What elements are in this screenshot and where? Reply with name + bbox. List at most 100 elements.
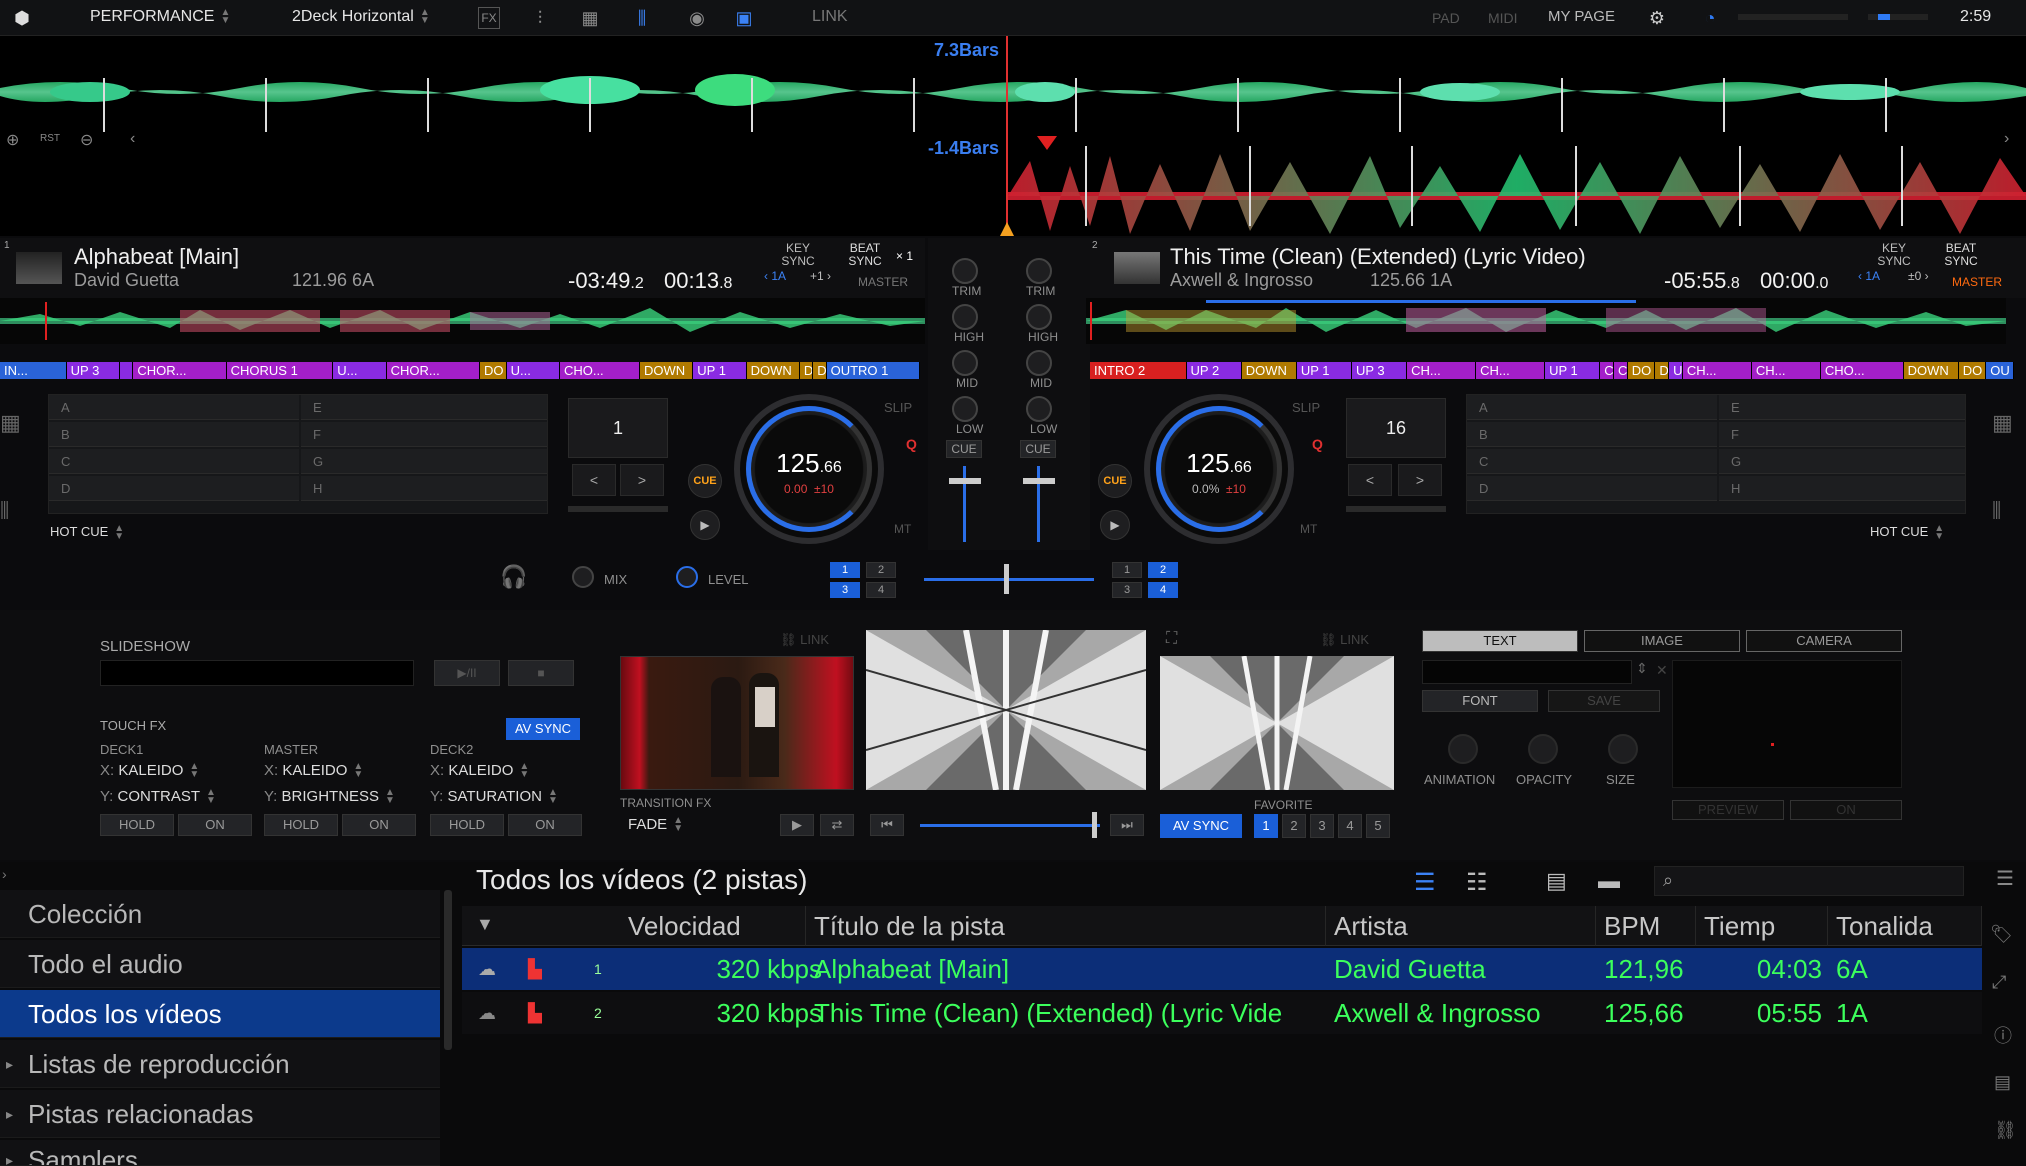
my-page-button[interactable]: MY PAGE [1548, 8, 1615, 25]
cue-segment[interactable] [119, 362, 134, 379]
zoom-out-icon[interactable]: ⊖ [80, 130, 93, 150]
channel1-cue-button[interactable]: CUE [946, 440, 982, 458]
hot-cue-pad[interactable]: C [1467, 449, 1717, 474]
skip-forward-icon[interactable]: ⏭ [1110, 814, 1144, 836]
sidebar-item-listas[interactable]: ▸ Listas de reproducción [0, 1040, 440, 1088]
deck2-play-button[interactable]: ▶ [1100, 510, 1130, 540]
reset-zoom-button[interactable]: RST [40, 133, 60, 144]
fx-assign-left-1[interactable]: 1 [830, 562, 860, 578]
col-bpm[interactable]: BPM [1596, 906, 1696, 946]
cue-segment[interactable]: CH... [1682, 362, 1752, 379]
text-stepper-icon[interactable]: ⇕ [1636, 660, 1648, 677]
info-icon[interactable]: ⓘ [1994, 1022, 2012, 1048]
cue-segment[interactable]: D [1655, 362, 1670, 379]
record-icon[interactable]: ◉ [685, 6, 709, 30]
deck1-overview-waveform[interactable] [0, 298, 925, 344]
deck1-play-button[interactable]: ▶ [690, 510, 720, 540]
cue-segment[interactable]: CH... [1751, 362, 1821, 379]
preview-button[interactable]: PREVIEW [1672, 800, 1784, 820]
slideshow-field[interactable] [100, 660, 414, 686]
sampler-icon[interactable]: ⫶ [528, 6, 552, 30]
col-tonalidad[interactable]: Tonalida [1828, 906, 1982, 946]
chevron-left-icon[interactable]: ‹ [130, 130, 135, 148]
deck2-loop-prev-button[interactable]: < [1348, 464, 1392, 496]
channel2-cue-button[interactable]: CUE [1020, 440, 1056, 458]
low-knob-1[interactable] [952, 396, 978, 422]
sidebar-item-todo-el-audio[interactable]: Todo el audio [0, 940, 440, 988]
deck1-beat-sync-button[interactable]: BEAT SYNC [846, 242, 884, 268]
deck1-master-tempo-button[interactable]: MT [894, 522, 911, 536]
deck1-pad-grid-icon[interactable]: ▦ [0, 410, 21, 436]
logo-icon[interactable]: ⬢ [10, 6, 34, 30]
deck2-master-button[interactable]: MASTER [1952, 276, 2002, 289]
col-artista[interactable]: Artista [1326, 906, 1596, 946]
zoomed-waveform-area[interactable]: 7.3Bars -1.4Bars ⊕ RST ⊖ ‹ › [0, 36, 2026, 236]
detail-view-icon[interactable]: ☷ [1466, 868, 1488, 897]
hot-cue-pad[interactable]: H [1719, 476, 1965, 501]
deck1-y-fx-select[interactable]: Y: CONTRAST ▲ ▼ [100, 788, 216, 806]
shuffle-icon[interactable]: ⇄ [820, 814, 854, 836]
browser-side-menu-icon[interactable]: ☰ [1996, 866, 2014, 891]
deck1-cue-button[interactable]: CUE [688, 464, 722, 498]
split-view-icon[interactable]: ▤ [1546, 868, 1567, 894]
cue-segment[interactable]: UP 1 [1545, 362, 1601, 379]
video-av-sync-button[interactable]: AV SYNC [1160, 814, 1242, 838]
deck2-cue-bar[interactable]: INTRO 2 UP 2 DOWN UP 1 UP 3 CH... CH... UP 1CCD… [1090, 362, 2014, 379]
mode-select[interactable]: PERFORMANCE ▲ ▼ [90, 7, 230, 26]
deck2-video-link[interactable]: ⛓ LINK [1320, 632, 1369, 648]
deck2-quantize-button[interactable]: Q [1312, 436, 1323, 452]
hot-cue-pad[interactable]: A [1467, 395, 1717, 420]
cue-segment[interactable]: C [1600, 362, 1614, 379]
opacity-knob[interactable] [1528, 734, 1558, 764]
high-knob-2[interactable] [1026, 304, 1052, 330]
col-tiempo[interactable]: Tiemp [1696, 906, 1828, 946]
deck1-on-button[interactable]: ON [178, 814, 252, 836]
deck2-overview-waveform[interactable] [1086, 298, 2006, 344]
hot-cue-pad[interactable]: B [1467, 422, 1717, 447]
link-icon[interactable]: ⛓ [1994, 1120, 2017, 1141]
headphone-mix-knob[interactable] [572, 566, 594, 588]
hot-cue-pad[interactable]: E [301, 395, 547, 420]
sidebar-item-pistas-relacionadas[interactable]: ▸ Pistas relacionadas [0, 1090, 440, 1138]
related-icon[interactable]: ⤢ [1992, 972, 2006, 993]
cue-segment[interactable]: U [1669, 362, 1683, 379]
trim-knob-2[interactable] [1026, 258, 1052, 284]
deck2-loop-scroll[interactable] [1346, 506, 1446, 512]
cue-segment[interactable]: DO [1958, 362, 1987, 379]
deck1-video-preview[interactable] [620, 656, 854, 790]
slideshow-stop-button[interactable]: ■ [508, 660, 574, 686]
hot-cue-pad[interactable]: A [49, 395, 299, 420]
deck1-side-icon[interactable]: ⫼ [0, 500, 9, 523]
cue-segment[interactable]: UP 1 [693, 362, 747, 379]
cue-segment[interactable]: DOWN [1903, 362, 1959, 379]
hot-cue-pad[interactable]: D [49, 476, 299, 501]
deck2-on-button[interactable]: ON [508, 814, 582, 836]
hot-cue-pad[interactable]: G [301, 449, 547, 474]
browser-expand-icon[interactable]: › [2, 866, 7, 882]
deck2-hot-cue-mode[interactable]: HOT CUE ▲ ▼ [1870, 523, 1944, 541]
list-panel-icon[interactable]: ▤ [1994, 1072, 2011, 1093]
deck2-video-preview[interactable] [1160, 656, 1394, 790]
cue-segment[interactable]: CHOR... [386, 362, 480, 379]
tab-text[interactable]: TEXT [1422, 630, 1578, 652]
midi-button[interactable]: MIDI [1488, 10, 1518, 26]
mixer-icon[interactable]: ⫼ [630, 6, 654, 30]
deck1-loop-length[interactable]: 1 [568, 398, 668, 458]
deck2-x-fx-select[interactable]: X: KALEIDO ▲ ▼ [430, 762, 529, 780]
save-button[interactable]: SAVE [1548, 690, 1660, 712]
transition-fx-select[interactable]: FADE ▲ ▼ [628, 816, 683, 834]
slideshow-play-button[interactable]: ▶/II [434, 660, 500, 686]
favorite-5-button[interactable]: 5 [1366, 814, 1390, 838]
cue-segment[interactable]: OU [1986, 362, 2014, 379]
cue-segment[interactable]: INTRO 2 [1090, 362, 1187, 379]
tag-icon[interactable]: 🏷 [1990, 924, 2013, 945]
deck2-key-sync-button[interactable]: KEY SYNC [1874, 242, 1914, 268]
deck1-hot-cue-mode[interactable]: HOT CUE ▲ ▼ [50, 523, 124, 541]
layout-select[interactable]: 2Deck Horizontal ▲ ▼ [292, 7, 430, 26]
deck2-master-tempo-button[interactable]: MT [1300, 522, 1317, 536]
cue-segment[interactable]: CHORUS 1 [226, 362, 334, 379]
zoom-in-icon[interactable]: ⊕ [6, 130, 19, 150]
cue-segment[interactable]: CHOR... [133, 362, 227, 379]
hot-cue-pad[interactable]: H [301, 476, 547, 501]
deck2-side-icon[interactable]: ⫼ [1992, 500, 2001, 523]
